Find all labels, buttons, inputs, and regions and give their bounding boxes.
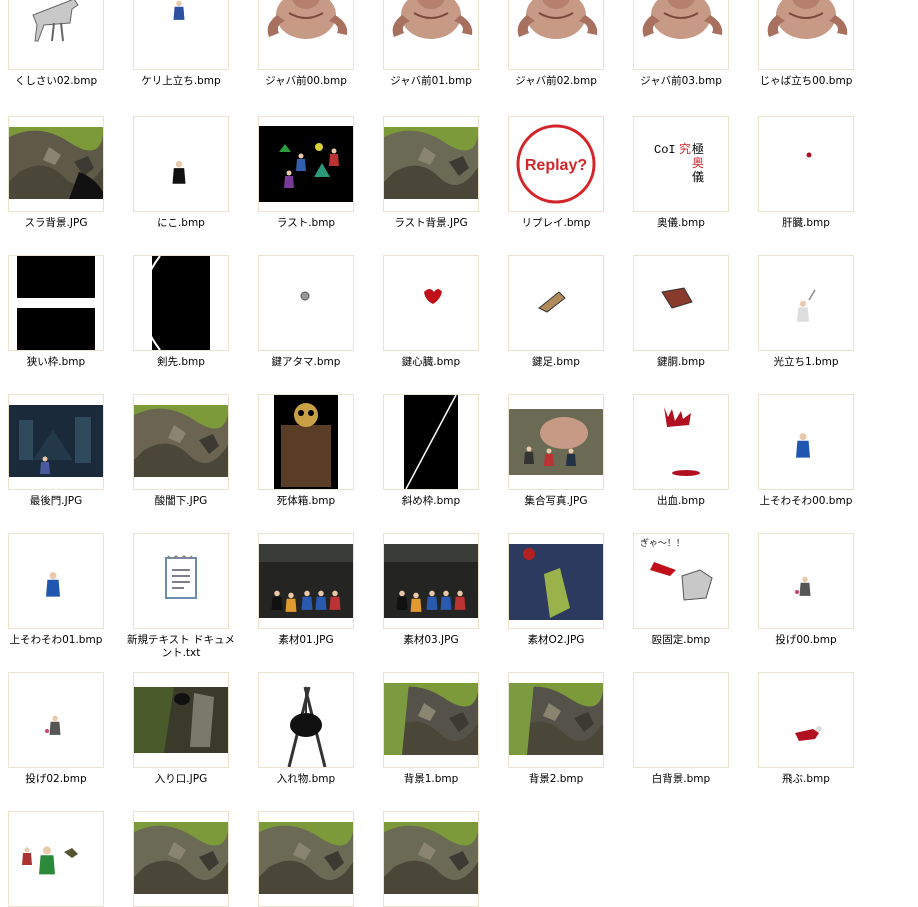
terrain-grass-icon — [384, 822, 478, 894]
file-item[interactable] — [250, 0, 370, 907]
file-thumbnail[interactable] — [758, 672, 854, 768]
file-item[interactable] — [375, 0, 495, 907]
file-thumbnail[interactable] — [133, 811, 229, 907]
terrain-cliff-icon — [509, 683, 603, 755]
file-name-label: 背景2.bmp — [528, 773, 584, 785]
file-item[interactable]: 白背景.bmp — [625, 0, 745, 902]
file-thumbnail[interactable] — [8, 811, 104, 907]
file-thumbnail[interactable] — [508, 672, 604, 768]
file-item[interactable]: 背景2.bmp — [500, 0, 620, 902]
file-name-label: 飛ぶ.bmp — [782, 773, 830, 785]
file-name-label: 白背景.bmp — [651, 773, 711, 785]
green-scene-icon — [22, 846, 78, 875]
file-item[interactable] — [0, 0, 120, 907]
terrain-grass-icon — [134, 822, 228, 894]
file-item[interactable] — [125, 0, 245, 907]
file-thumbnail[interactable] — [633, 672, 729, 768]
file-thumbnail[interactable] — [383, 811, 479, 907]
file-thumbnail[interactable] — [258, 811, 354, 907]
terrain-grass-icon — [259, 822, 353, 894]
file-grid: くしさい02.bmp ケリ上立ち.bmp ジャバ前00.bmp ジャバ前01.b… — [0, 0, 918, 907]
file-item[interactable]: 飛ぶ.bmp — [750, 0, 870, 902]
blank-white-icon — [634, 673, 728, 767]
flying-sprite-icon — [795, 726, 822, 741]
